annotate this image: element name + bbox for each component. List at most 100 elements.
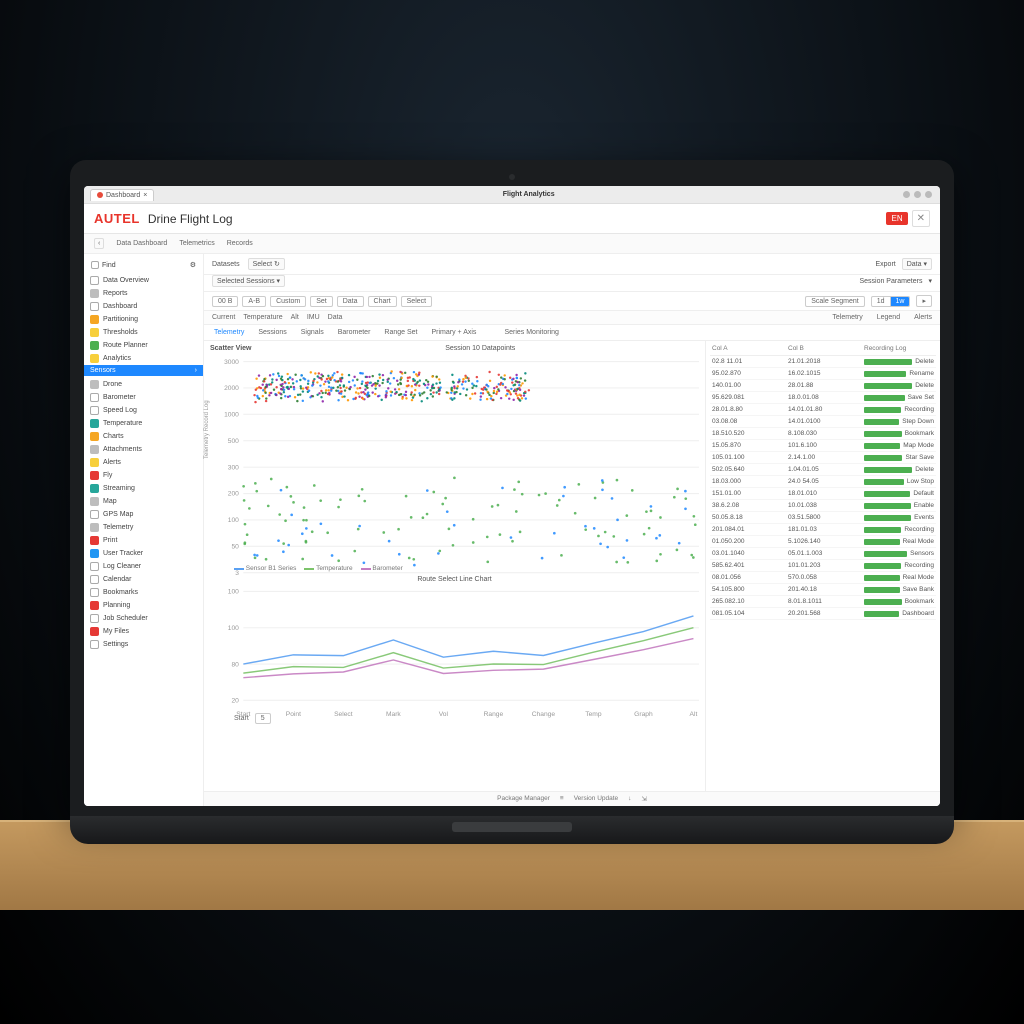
- line-chart[interactable]: 1001008020StartPointSelectMarkVolRangeCh…: [210, 587, 699, 707]
- table-row[interactable]: 15.05.870101.6.100Map Mode: [710, 440, 936, 452]
- filter-chip[interactable]: 00 B: [212, 296, 238, 307]
- tab[interactable]: Primary + Axis: [430, 328, 479, 337]
- sidebar-item[interactable]: My Files: [84, 625, 203, 638]
- sidebar-item[interactable]: Bookmarks: [84, 586, 203, 599]
- sidebar-item[interactable]: Job Scheduler: [84, 612, 203, 625]
- footer-item[interactable]: ⇲: [641, 795, 646, 803]
- table-row[interactable]: 95.629.08118.0.01.08Save Set: [710, 392, 936, 404]
- col-header[interactable]: Col B: [788, 345, 858, 352]
- sidebar-item[interactable]: Planning: [84, 599, 203, 612]
- filter-chip[interactable]: Legend: [877, 314, 900, 321]
- table-row[interactable]: 08.01.056570.0.058Real Mode: [710, 572, 936, 584]
- sidebar-item[interactable]: Log Cleaner: [84, 560, 203, 573]
- filter-chip[interactable]: Set: [310, 296, 333, 307]
- sidebar-item[interactable]: Fly: [84, 469, 203, 482]
- footer-item[interactable]: Version Update: [574, 795, 618, 803]
- browser-tab[interactable]: Dashboard ×: [90, 189, 154, 201]
- filter-chip[interactable]: Data: [337, 296, 364, 307]
- table-row[interactable]: 03.01.104005.01.1.003Sensors: [710, 548, 936, 560]
- sidebar-item[interactable]: Telemetry: [84, 521, 203, 534]
- tab[interactable]: Signals: [299, 328, 326, 337]
- filter-chip[interactable]: Current: [212, 314, 235, 321]
- breadcrumb[interactable]: Records: [227, 240, 253, 247]
- sidebar-item[interactable]: Alerts: [84, 456, 203, 469]
- close-icon[interactable]: ✕: [912, 210, 930, 227]
- sidebar-item[interactable]: Calendar: [84, 573, 203, 586]
- table-row[interactable]: 585.62.401101.01.203Recording: [710, 560, 936, 572]
- sidebar-item[interactable]: Temperature: [84, 417, 203, 430]
- sidebar-group[interactable]: Route Planner: [84, 339, 203, 352]
- table-row[interactable]: 18.510.5208.108.030Bookmark: [710, 428, 936, 440]
- footer-item[interactable]: ≡: [560, 795, 564, 803]
- time-segment[interactable]: 1d 1w: [871, 296, 911, 307]
- tab-close-icon[interactable]: ×: [143, 192, 147, 199]
- tab[interactable]: Sessions: [256, 328, 288, 337]
- sidebar-item[interactable]: Print: [84, 534, 203, 547]
- tab[interactable]: [488, 328, 492, 337]
- sidebar-item[interactable]: Streaming: [84, 482, 203, 495]
- tab[interactable]: Barometer: [336, 328, 373, 337]
- filter-chip[interactable]: Select: [401, 296, 432, 307]
- seg-1d[interactable]: 1d: [872, 297, 891, 306]
- filter-chip[interactable]: Chart: [368, 296, 397, 307]
- back-button[interactable]: ‹: [94, 238, 104, 249]
- sidebar-search-label[interactable]: Find: [102, 262, 187, 269]
- window-controls[interactable]: [903, 191, 932, 198]
- select-dropdown[interactable]: Select ↻: [248, 258, 285, 270]
- sidebar-item[interactable]: Speed Log: [84, 404, 203, 417]
- table-row[interactable]: 50.05.8.1803.51.5800Events: [710, 512, 936, 524]
- sidebar-group[interactable]: Analytics: [84, 352, 203, 365]
- table-row[interactable]: 105.01.1002.14.1.00Star Save: [710, 452, 936, 464]
- filter-chip[interactable]: Custom: [270, 296, 306, 307]
- chevron-down-icon[interactable]: ▾: [928, 277, 932, 285]
- breadcrumb[interactable]: Telemetrics: [179, 240, 214, 247]
- filter-chip[interactable]: Alerts: [914, 314, 932, 321]
- table-row[interactable]: 01.050.2005.1026.140Real Mode: [710, 536, 936, 548]
- table-row[interactable]: 140.01.0028.01.88Delete: [710, 380, 936, 392]
- sidebar-item[interactable]: Charts: [84, 430, 203, 443]
- lang-badge[interactable]: EN: [886, 212, 907, 225]
- breadcrumb[interactable]: Data Dashboard: [116, 240, 167, 247]
- table-row[interactable]: 151.01.0018.01.010Default: [710, 488, 936, 500]
- sidebar-item[interactable]: Settings: [84, 638, 203, 651]
- table-row[interactable]: 54.105.800201.40.18Save Bank: [710, 584, 936, 596]
- table-row[interactable]: 081.05.10420.201.568Dashboard: [710, 608, 936, 620]
- footer-item[interactable]: Package Manager: [497, 795, 550, 803]
- sidebar-item[interactable]: Drone: [84, 378, 203, 391]
- footer-item[interactable]: ↓: [628, 795, 631, 803]
- col-header[interactable]: Col A: [712, 345, 782, 352]
- table-row[interactable]: 265.082.108.01.8.1011Bookmark: [710, 596, 936, 608]
- table-row[interactable]: 02.8 11.0121.01.2018Delete: [710, 356, 936, 368]
- filter-chip[interactable]: Alt: [291, 314, 299, 321]
- sidebar-item[interactable]: Attachments: [84, 443, 203, 456]
- tab[interactable]: Series Monitoring: [502, 328, 560, 337]
- scatter-chart[interactable]: Telemetry Record Log 3000200010005003002…: [210, 356, 699, 561]
- table-row[interactable]: 28.01.8.8014.01.01.80Recording: [710, 404, 936, 416]
- sidebar-item[interactable]: Barometer: [84, 391, 203, 404]
- sidebar-group[interactable]: Data Overview: [84, 274, 203, 287]
- filter-chip[interactable]: A-B: [242, 296, 266, 307]
- table-row[interactable]: 18.03.00024.0 54.05Low Stop: [710, 476, 936, 488]
- sidebar-item[interactable]: GPS Map: [84, 508, 203, 521]
- filter-chip[interactable]: Temperature: [243, 314, 282, 321]
- table-row[interactable]: 03.08.0814.01.0100Step Down: [710, 416, 936, 428]
- table-row[interactable]: 502.05.6401.04.01.05Delete: [710, 464, 936, 476]
- export-mode-dropdown[interactable]: Data ▾: [902, 258, 932, 270]
- filter-chip[interactable]: Data: [328, 314, 343, 321]
- sidebar-item-active[interactable]: Sensors ›: [84, 365, 203, 376]
- table-row[interactable]: 201.084.01181.01.03Recording: [710, 524, 936, 536]
- sidebar-group[interactable]: Partitioning: [84, 313, 203, 326]
- sidebar-group[interactable]: Thresholds: [84, 326, 203, 339]
- table-row[interactable]: 95.02.87016.02.1015Rename: [710, 368, 936, 380]
- sidebar-item[interactable]: Map: [84, 495, 203, 508]
- sidebar-group[interactable]: Dashboard: [84, 300, 203, 313]
- col-header[interactable]: Recording Log: [864, 345, 934, 352]
- filter-chip[interactable]: IMU: [307, 314, 320, 321]
- seg-1w[interactable]: 1w: [891, 297, 910, 306]
- tab[interactable]: Telemetry: [212, 328, 246, 337]
- table-row[interactable]: 38.6.2.0810.01.038Enable: [710, 500, 936, 512]
- gear-icon[interactable]: ⚙: [190, 261, 196, 269]
- session-dropdown[interactable]: Selected Sessions ▾: [212, 275, 285, 287]
- tab[interactable]: Range Set: [382, 328, 419, 337]
- sidebar-group[interactable]: Reports: [84, 287, 203, 300]
